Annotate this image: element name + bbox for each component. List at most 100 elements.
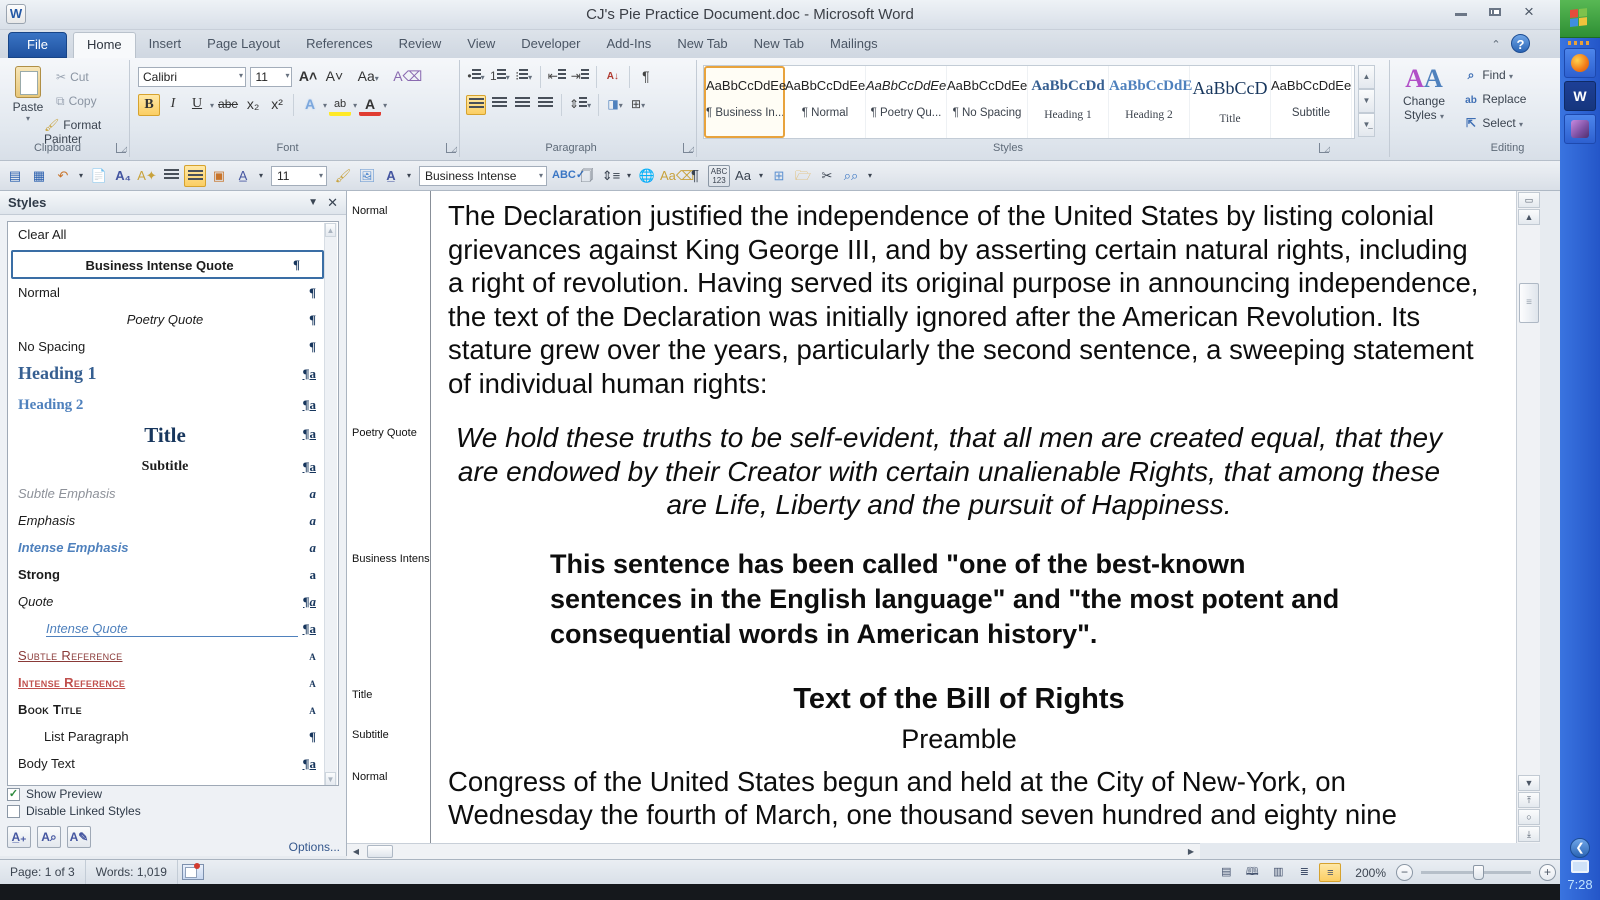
web-layout-view-button[interactable]: ▥ [1267,863,1289,882]
styles-list-scrollbar[interactable]: ▲ ▼ [324,223,337,786]
styles-pane-header[interactable]: Styles ▼ ✕ [0,191,346,215]
disable-linked-styles-checkbox[interactable]: Disable Linked Styles [7,804,339,818]
collapse-ribbon-icon[interactable]: ⌃ [1488,38,1504,52]
change-case-toolbar-icon[interactable]: Aa [732,165,754,187]
previous-page-button[interactable]: ⤒ [1518,792,1540,808]
tab-references[interactable]: References [293,32,385,58]
scroll-up-icon[interactable]: ▲ [325,223,336,237]
zoom-in-button[interactable]: + [1539,864,1556,881]
align-right-button[interactable] [512,95,532,115]
eraser-icon[interactable]: Aa⌫ [660,165,682,187]
zoom-out-button[interactable]: − [1396,864,1413,881]
justify-button[interactable] [535,95,555,115]
tab-file[interactable]: File [8,32,67,58]
full-screen-reading-view-button[interactable]: 🕮 [1241,863,1263,882]
taskbar-word-button[interactable]: W [1564,81,1596,111]
bold-button[interactable]: B [138,94,160,116]
style-item-business-intense-quote[interactable]: Business Intense Quote¶ [11,250,324,279]
font-dialog-icon[interactable]: A₄ [112,165,134,187]
sort-button[interactable]: A↓ [603,67,623,87]
horizontal-scrollbar[interactable]: ◀ ▶ [347,843,1200,859]
undo-dropdown-icon[interactable]: ▾ [76,165,86,187]
find-toolbar-icon[interactable]: ⌕⌕ [840,165,862,187]
hidden-icons-chevron[interactable]: ❮ [1570,838,1590,858]
paragraph-text[interactable]: Congress of the United States begun and … [430,765,1490,832]
style-item-intense-emphasis[interactable]: Intense Emphasisa [8,535,338,562]
font-color-toolbar-icon[interactable]: A̲ [380,165,402,187]
format-brush-icon[interactable]: 🖌 [332,165,354,187]
italic-button[interactable]: I [162,94,184,116]
font-scheme-icon[interactable]: A̲ [232,165,254,187]
insert-table-icon[interactable]: ⊞ [768,165,790,187]
gallery-item-business-intense[interactable]: AaBbCcDdEe ¶ Business In... [704,66,785,138]
font-scheme-dropdown[interactable]: ▾ [256,165,266,187]
style-item-heading-2[interactable]: Heading 2¶a [8,392,338,421]
show-preview-checkbox[interactable]: ✓Show Preview [7,787,339,801]
paragraph-text[interactable]: This sentence has been called "one of th… [532,547,1362,652]
gallery-item-heading-2[interactable]: AaBbCcDdE Heading 2 [1109,66,1190,138]
align-left-toolbar-icon[interactable] [160,165,182,187]
hyperlink-icon[interactable]: 🌐 [636,165,658,187]
decrease-indent-button[interactable]: ⇤ [547,67,567,87]
paragraph-text[interactable]: Text of the Bill of Rights [430,683,1470,717]
style-item-strong[interactable]: Stronga [8,562,338,589]
tab-add-ins[interactable]: Add-Ins [594,32,665,58]
style-combo[interactable]: Business Intense▾ [419,166,547,186]
font-color-dropdown[interactable]: ▾ [404,165,414,187]
zoom-level[interactable]: 200% [1355,866,1386,880]
scroll-down-arrow[interactable]: ▼ [1518,775,1540,791]
print-layout-view-button[interactable]: ▤ [1215,863,1237,882]
page-indicator[interactable]: Page: 1 of 3 [0,860,86,885]
copy-button[interactable]: ⧉Copy [56,94,97,109]
horizontal-scroll-thumb[interactable] [367,845,393,858]
line-spacing-toolbar-icon[interactable]: ⇕≡ [600,165,622,187]
replace-button[interactable]: ab Replace [1463,92,1526,106]
read-mode-icon[interactable]: 🗍 [576,165,598,187]
align-justify-toolbar-icon[interactable] [184,165,206,187]
font-name-combo[interactable]: Calibri▾ [138,67,246,87]
align-center-button[interactable] [489,95,509,115]
tab-developer[interactable]: Developer [508,32,593,58]
underline-button[interactable]: U [186,94,208,116]
zoom-slider-thumb[interactable] [1473,865,1484,880]
align-left-button[interactable] [466,95,486,115]
tab-page-layout[interactable]: Page Layout [194,32,293,58]
styles-pane-menu-icon[interactable]: ▼ [308,197,318,208]
increase-indent-button[interactable]: ⇥ [570,67,590,87]
permission-icon[interactable]: ▦ [28,165,50,187]
change-styles-button[interactable]: AA Change Styles ▾ [1395,64,1453,152]
clear-formatting-button[interactable]: A⌫ [391,68,424,84]
minimize-button[interactable] [1448,4,1474,22]
open-folder-icon[interactable]: 🗁 [792,165,814,187]
toolbar-font-size-combo[interactable]: 11▾ [271,166,327,186]
gallery-scroll-up[interactable]: ▲ [1358,65,1375,89]
multilevel-list-button[interactable]: ⁝▾ [514,67,534,87]
tab-insert[interactable]: Insert [136,32,195,58]
grow-font-button[interactable]: A˄ [297,68,319,84]
styles-pane-close-icon[interactable]: ✕ [327,195,338,211]
gallery-item-normal[interactable]: AaBbCcDdEe ¶ Normal [785,66,866,138]
numbering-button[interactable]: 1▾ [489,67,511,87]
style-item-normal[interactable]: Normal¶ [8,280,338,307]
tab-home[interactable]: Home [73,32,136,58]
font-dialog-launcher[interactable] [446,143,456,153]
taskbar-firefox-button[interactable] [1564,48,1596,78]
taskbar-grip[interactable] [1568,41,1592,45]
gallery-item-poetry-quote[interactable]: AaBbCcDdEe ¶ Poetry Qu... [866,66,947,138]
show-hide-pilcrow-button[interactable]: ¶ [636,67,656,87]
borders-button[interactable]: ⊞▾ [628,95,648,115]
style-item-quote[interactable]: Quote¶a [8,589,338,616]
manage-styles-button[interactable]: A✎ [67,826,91,848]
zoom-slider[interactable] [1421,871,1531,874]
bullets-button[interactable]: •▾ [466,67,486,87]
proofing-status-icon[interactable] [182,864,204,880]
style-item-heading-1[interactable]: Heading 1¶a [8,361,338,392]
paragraph-dialog-launcher[interactable] [683,143,693,153]
tab-review[interactable]: Review [386,32,455,58]
vertical-scroll-thumb[interactable] [1519,283,1539,323]
styles-options-link[interactable]: Options... [289,840,340,854]
undo-icon[interactable]: ↶ [52,165,74,187]
gallery-item-no-spacing[interactable]: AaBbCcDdEe ¶ No Spacing [947,66,1028,138]
style-item-title[interactable]: Title¶a [8,421,338,454]
highlight-button[interactable]: ab [329,94,351,116]
